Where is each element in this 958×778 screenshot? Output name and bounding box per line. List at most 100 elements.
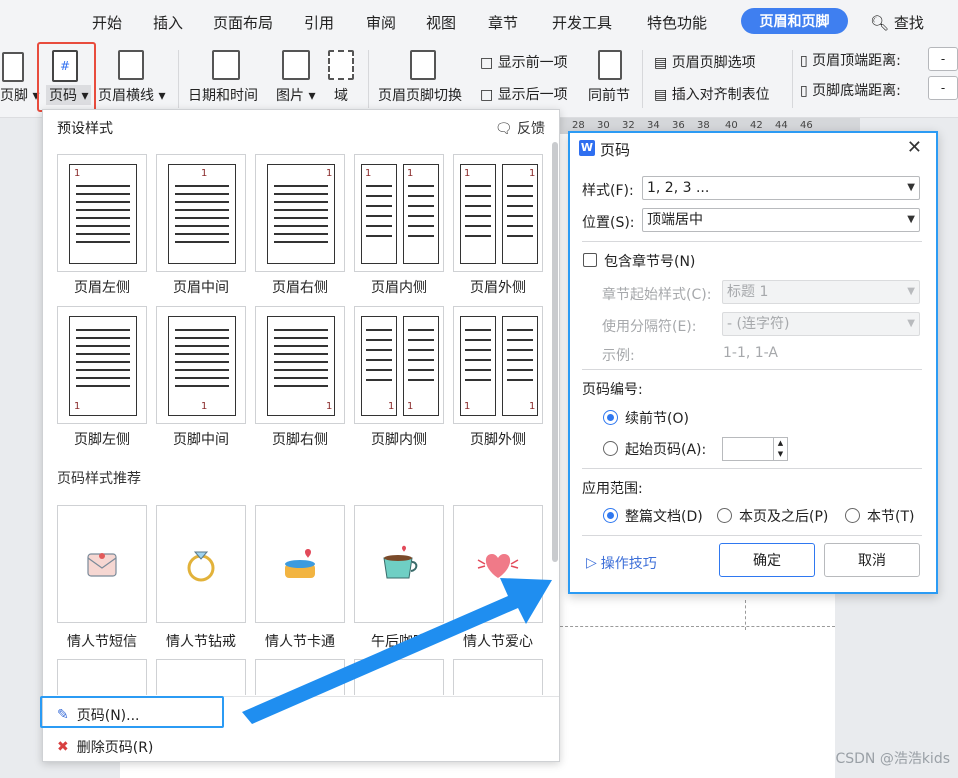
style-more[interactable] bbox=[453, 659, 543, 695]
picture-button[interactable]: 图片 ▾ bbox=[276, 85, 315, 105]
picture-icon bbox=[282, 50, 310, 80]
include-chapter-checkbox[interactable] bbox=[583, 253, 597, 267]
chapter-start-value: 标题 1 bbox=[727, 284, 769, 300]
separator-select[interactable]: - (连字符) ▼ bbox=[722, 312, 920, 336]
cancel-button[interactable]: 取消 bbox=[824, 543, 920, 577]
position-select[interactable]: 顶端居中 ▼ bbox=[642, 208, 920, 232]
ok-button[interactable]: 确定 bbox=[719, 543, 815, 577]
page-number-dialog: W 页码 ✕ 样式(F): 1, 2, 3 ... ▼ 位置(S): 顶端居中 … bbox=[568, 131, 938, 594]
separator bbox=[178, 50, 179, 108]
search-icon: 🔍︎ bbox=[870, 14, 890, 32]
style-valentine-sms[interactable] bbox=[57, 505, 147, 623]
ruler-tick: 44 bbox=[775, 120, 788, 131]
header-line-icon bbox=[118, 50, 144, 80]
header-top-distance-input[interactable]: - bbox=[928, 47, 958, 71]
search-button[interactable]: 🔍︎ 查找 bbox=[870, 12, 924, 33]
footer-button[interactable]: 页脚 ▾ bbox=[0, 85, 39, 105]
tab-header-footer[interactable]: 页眉和页脚 bbox=[741, 8, 848, 34]
style-footer-inside[interactable]: 1 1 bbox=[354, 306, 444, 424]
menu-insert[interactable]: 插入 bbox=[153, 12, 183, 33]
style-label: 页脚左侧 bbox=[74, 432, 130, 448]
insert-tab-stop-button[interactable]: ▤ 插入对齐制表位 bbox=[654, 84, 770, 104]
style-more[interactable] bbox=[57, 659, 147, 695]
style-valentine-ring[interactable] bbox=[156, 505, 246, 623]
coffee-cup-icon bbox=[383, 545, 418, 579]
separator-label: 使用分隔符(E): bbox=[602, 319, 697, 335]
page-number-mark: 1 bbox=[74, 401, 81, 412]
style-valentine-cartoon[interactable] bbox=[255, 505, 345, 623]
ruler-tick: 36 bbox=[672, 120, 685, 131]
caret-up-icon[interactable]: ▲ bbox=[774, 438, 787, 449]
caret-down-icon: ▼ bbox=[907, 318, 915, 329]
scope-section-radio[interactable] bbox=[845, 508, 860, 523]
page-number-dropdown: 预设样式 🗨︎ 反馈 1 1 1 1 1 1 1 页眉左侧 页眉中间 页眉右侧 … bbox=[42, 109, 560, 762]
style-footer-center[interactable]: 1 bbox=[156, 306, 246, 424]
style-more[interactable] bbox=[255, 659, 345, 695]
menu-chapter[interactable]: 章节 bbox=[488, 12, 518, 33]
page-number-mark: 1 bbox=[365, 168, 372, 179]
menu-references[interactable]: 引用 bbox=[304, 12, 334, 33]
menu-developer[interactable]: 开发工具 bbox=[552, 12, 612, 33]
scope-after-radio[interactable] bbox=[717, 508, 732, 523]
style-footer-outside[interactable]: 1 1 bbox=[453, 306, 543, 424]
delete-page-number-menu-item[interactable]: ✖ 删除页码(R) bbox=[57, 737, 153, 757]
menu-review[interactable]: 审阅 bbox=[366, 12, 396, 33]
style-footer-right[interactable]: 1 bbox=[255, 306, 345, 424]
scrollbar[interactable] bbox=[552, 142, 558, 562]
menu-special[interactable]: 特色功能 bbox=[647, 12, 707, 33]
start-at-radio[interactable] bbox=[603, 441, 618, 456]
style-more[interactable] bbox=[156, 659, 246, 695]
style-header-inside[interactable]: 1 1 bbox=[354, 154, 444, 272]
style-label: 页脚中间 bbox=[173, 432, 229, 448]
page-thumbnail: 1 bbox=[69, 316, 137, 416]
divider bbox=[582, 369, 922, 370]
recommend-title: 页码样式推荐 bbox=[57, 471, 141, 487]
ribbon: 页脚 ▾ # 页码 ▾ 页眉横线 ▾ 日期和时间 图片 ▾ 域 页眉页脚切换 □… bbox=[0, 42, 958, 118]
show-next-button[interactable]: □ 显示后一项 bbox=[480, 84, 568, 104]
footer-bottom-distance-input[interactable]: - bbox=[928, 76, 958, 100]
datetime-button[interactable]: 日期和时间 bbox=[188, 85, 258, 105]
start-page-spinner[interactable]: ▲ ▼ bbox=[722, 437, 788, 461]
page-thumbnail: 1 bbox=[502, 316, 538, 416]
style-footer-left[interactable]: 1 bbox=[57, 306, 147, 424]
style-valentine-heart[interactable] bbox=[453, 505, 543, 623]
chapter-start-select[interactable]: 标题 1 ▼ bbox=[722, 280, 920, 304]
tips-link[interactable]: ▷ 操作技巧 bbox=[586, 553, 657, 573]
caret-down-icon[interactable]: ▼ bbox=[774, 449, 787, 460]
continue-prev-label: 续前节(O) bbox=[625, 411, 689, 427]
continue-prev-radio[interactable] bbox=[603, 410, 618, 425]
style-header-right[interactable]: 1 bbox=[255, 154, 345, 272]
ring-icon bbox=[187, 551, 215, 582]
menu-page-layout[interactable]: 页面布局 bbox=[213, 12, 273, 33]
page-number-mark: 1 bbox=[201, 401, 208, 412]
show-prev-button[interactable]: □ 显示前一项 bbox=[480, 52, 568, 72]
header-footer-options-button[interactable]: ▤ 页眉页脚选项 bbox=[654, 52, 756, 72]
style-afternoon-coffee[interactable] bbox=[354, 505, 444, 623]
scope-whole-radio[interactable] bbox=[603, 508, 618, 523]
style-more[interactable] bbox=[354, 659, 444, 695]
position-label: 位置(S): bbox=[582, 215, 635, 231]
include-chapter-label: 包含章节号(N) bbox=[604, 254, 696, 270]
scope-whole-label: 整篇文档(D) bbox=[625, 509, 703, 525]
same-section-button[interactable]: 同前节 bbox=[588, 85, 630, 105]
spinner-arrows[interactable]: ▲ ▼ bbox=[773, 438, 787, 460]
heart-icon bbox=[477, 554, 519, 578]
ruler-tick: 32 bbox=[622, 120, 635, 131]
separator-value: - (连字符) bbox=[727, 316, 790, 332]
style-header-outside[interactable]: 1 1 bbox=[453, 154, 543, 272]
close-icon[interactable]: ✕ bbox=[907, 137, 922, 158]
preset-styles-title: 预设样式 bbox=[57, 121, 113, 137]
style-header-center[interactable]: 1 bbox=[156, 154, 246, 272]
menu-home[interactable]: 开始 bbox=[92, 12, 122, 33]
footer-icon bbox=[2, 52, 24, 82]
menu-view[interactable]: 视图 bbox=[426, 12, 456, 33]
position-select-value: 顶端居中 bbox=[647, 212, 703, 228]
page-number-mark: 1 bbox=[529, 401, 536, 412]
style-header-left[interactable]: 1 bbox=[57, 154, 147, 272]
style-select[interactable]: 1, 2, 3 ... ▼ bbox=[642, 176, 920, 200]
field-button[interactable]: 域 bbox=[334, 85, 348, 105]
feedback-button[interactable]: 🗨︎ 反馈 bbox=[495, 118, 545, 138]
header-line-button[interactable]: 页眉横线 ▾ bbox=[98, 85, 165, 105]
header-footer-switch-button[interactable]: 页眉页脚切换 bbox=[378, 85, 462, 105]
scope-section-label: 本节(T) bbox=[867, 509, 915, 525]
